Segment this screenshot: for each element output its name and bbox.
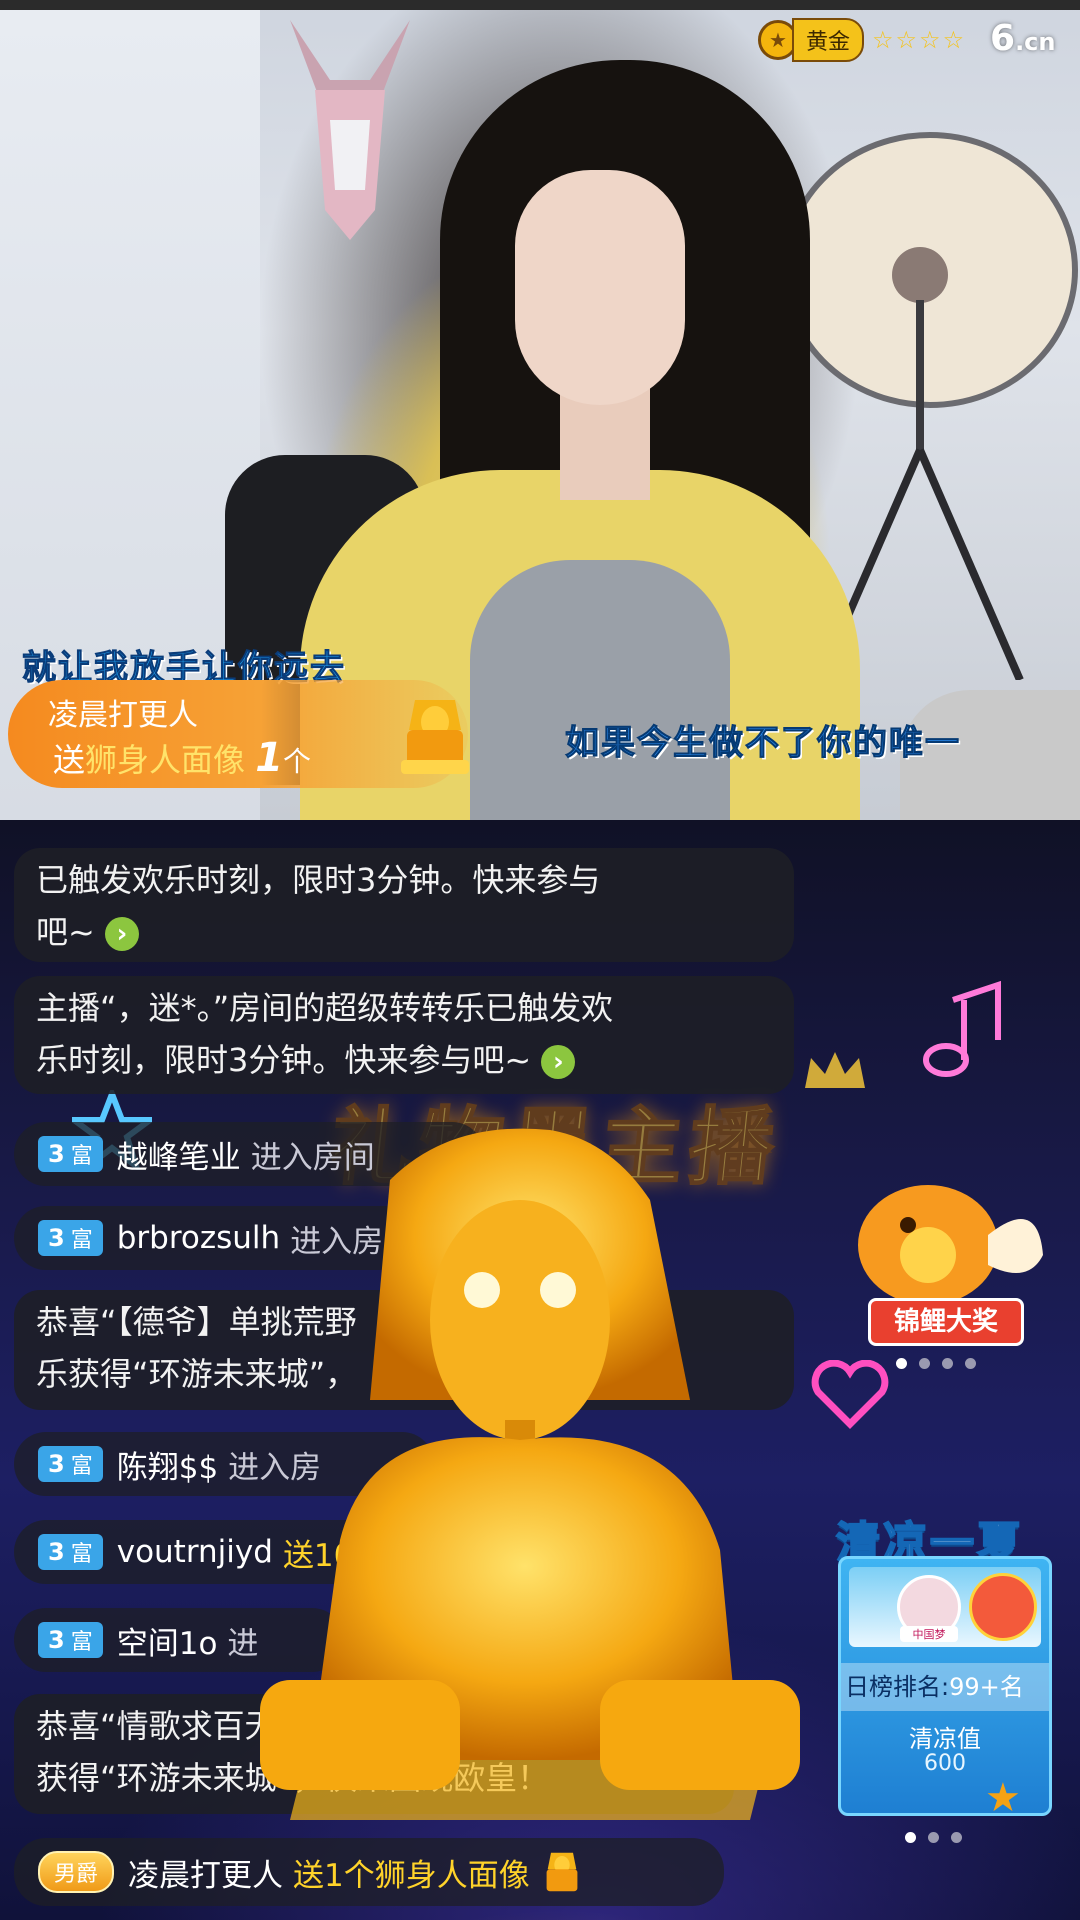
gift-send-word: 送 xyxy=(53,741,86,779)
message-line-2: 吧~ › xyxy=(36,906,772,958)
music-note-icon xyxy=(923,980,1001,1077)
site-logo-mark: 6 xyxy=(990,18,1016,59)
level-number: 3 xyxy=(48,1538,65,1566)
level-number: 3 xyxy=(48,1140,65,1168)
heart-icon xyxy=(811,1360,889,1429)
badge-text: 富 xyxy=(70,1228,93,1253)
username[interactable]: 空间1o xyxy=(117,1618,218,1663)
arrow-right-icon[interactable]: › xyxy=(541,1045,576,1079)
pager-dot xyxy=(942,1358,953,1369)
rich-level-badge: 3富 xyxy=(38,1534,103,1570)
username[interactable]: 越峰笔业 xyxy=(117,1132,241,1177)
avatar: 中国梦 xyxy=(897,1575,961,1642)
koi-pager xyxy=(896,1358,976,1369)
starfish-icon: ★ xyxy=(985,1775,1021,1821)
gift-count: 1 xyxy=(255,735,284,781)
gift-unit: 个 xyxy=(283,745,312,778)
message-text: 吧~ xyxy=(36,913,95,951)
pager-dot xyxy=(965,1358,976,1369)
live-video[interactable]: ★ 黄金 ☆☆☆☆ 6.cn 就让我放手让你远去 凌晨打更人 送狮身人面像 1个… xyxy=(0,0,1080,820)
pager-dot xyxy=(905,1832,916,1843)
pager-dot xyxy=(951,1832,962,1843)
sphinx-gift-animation xyxy=(260,1128,800,1820)
arrow-right-icon[interactable]: › xyxy=(105,917,139,951)
message-line-2: 乐时刻，限时3分钟。快来参与吧~ › xyxy=(36,1034,772,1086)
lyric-line-2: 如果今生做不了你的唯一 xyxy=(565,723,961,764)
cool-value: 600 xyxy=(924,1751,966,1776)
koi-prize-label[interactable]: 锦鲤大奖 xyxy=(868,1298,1024,1346)
system-message: 主播“，迷*。”房间的超级转转乐已触发欢 乐时刻，限时3分钟。快来参与吧~ › xyxy=(14,976,794,1094)
site-logo: 6.cn xyxy=(990,18,1056,59)
level-number: 3 xyxy=(48,1450,65,1478)
baron-badge: 男爵 xyxy=(38,1851,115,1893)
message-text: 已触发欢乐时刻，限时3分钟。快来参与 xyxy=(36,861,601,899)
sphinx-gift-icon xyxy=(401,700,469,774)
streamer-face xyxy=(515,170,685,405)
level-number: 3 xyxy=(48,1224,65,1252)
anchor-level-badge[interactable]: ★ 黄金 ☆☆☆☆ xyxy=(758,18,966,62)
rating-stars: ☆☆☆☆ xyxy=(872,26,967,54)
rich-level-badge: 3富 xyxy=(38,1446,103,1482)
rich-level-badge: 3富 xyxy=(38,1136,103,1172)
tier-label: 黄金 xyxy=(792,18,865,62)
level-number: 3 xyxy=(48,1626,65,1654)
badge-text: 富 xyxy=(70,1542,93,1567)
message-text: 乐时刻，限时3分钟。快来参与吧~ xyxy=(36,1041,532,1079)
avatar-caption: 中国梦 xyxy=(900,1626,958,1642)
crown-icon xyxy=(805,1052,865,1088)
status-strip xyxy=(0,0,1080,10)
summer-event-banner: 中国梦 xyxy=(849,1567,1041,1647)
avatar xyxy=(969,1573,1037,1641)
gift-sender: 凌晨打更人 xyxy=(48,698,198,733)
rank-value: 99+名 xyxy=(949,1673,1024,1701)
gift-name: 狮身人面像 xyxy=(85,741,246,779)
message-text: 主播“，迷*。”房间的超级转转乐已触发欢 xyxy=(36,989,614,1027)
rich-level-badge: 3富 xyxy=(38,1220,103,1256)
daily-rank: 日榜排名:99+名 xyxy=(841,1663,1049,1711)
badge-text: 富 xyxy=(70,1144,93,1169)
streamer-shirt xyxy=(470,560,730,820)
badge-text: 富 xyxy=(70,1454,93,1479)
rich-level-badge: 3富 xyxy=(38,1622,103,1658)
pager-dot xyxy=(896,1358,907,1369)
rank-label: 日榜排名: xyxy=(845,1673,950,1701)
site-logo-suffix: .cn xyxy=(1015,28,1056,56)
pager-dot xyxy=(919,1358,930,1369)
pager-dot xyxy=(928,1832,939,1843)
badge-text: 富 xyxy=(70,1630,93,1655)
cool-value-label: 清凉值 xyxy=(909,1725,981,1753)
system-message: 已触发欢乐时刻，限时3分钟。快来参与 吧~ › xyxy=(14,848,794,962)
username[interactable]: 陈翔$$ xyxy=(117,1442,218,1487)
deer-head-decor xyxy=(290,20,410,240)
gift-detail: 送狮身人面像 1个 xyxy=(53,735,311,781)
summer-pager xyxy=(905,1832,962,1843)
